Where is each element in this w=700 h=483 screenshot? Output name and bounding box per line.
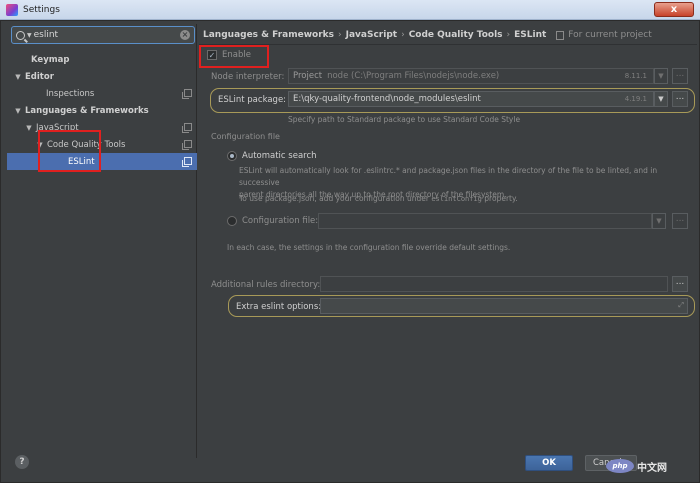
eslint-package-hint: Specify path to Standard package to use … (288, 115, 521, 124)
configuration-file-radio[interactable] (227, 216, 237, 226)
expand-arrow-icon[interactable]: ▼ (24, 124, 34, 132)
clear-search-icon[interactable]: × (180, 30, 190, 40)
watermark-site-text: 中文网 (637, 462, 667, 474)
eslint-package-label-row: ESLint package: (218, 95, 286, 105)
help-button[interactable]: ? (15, 455, 29, 469)
configuration-file-label: Configuration file: (242, 216, 319, 226)
tree-item-code-quality-tools[interactable]: ▼ Code Quality Tools (7, 136, 197, 153)
node-interpreter-project: Project (293, 71, 323, 81)
tree-item-eslint[interactable]: ESLint (7, 153, 197, 170)
package-json-note: To use package.json, add your configurat… (239, 193, 518, 205)
node-interpreter-browse-button[interactable]: ... (672, 68, 688, 84)
package-json-note-prefix: To use package.json, add your configurat… (239, 194, 429, 203)
project-scope-icon (182, 123, 192, 133)
package-json-note-suffix: property. (484, 194, 518, 203)
highlight-box-tree (38, 130, 101, 172)
package-json-note-code: eslintConfig (431, 195, 482, 203)
node-interpreter-version: 8.11.1 (624, 72, 647, 80)
window-titlebar: Settings x (0, 0, 700, 20)
site-watermark: php 中文网 (606, 452, 696, 480)
breadcrumb-separator: › (401, 30, 405, 40)
expand-arrow-icon[interactable]: ▼ (13, 107, 23, 115)
chevron-down-icon[interactable]: ▼ (27, 32, 32, 39)
automatic-search-description-line-1: ESLint will automatically look for .esli… (239, 166, 658, 187)
expand-icon[interactable]: ⤢ (678, 301, 684, 310)
settings-search-box[interactable]: ▼ × (11, 26, 195, 44)
rules-directory-browse-button[interactable]: ... (672, 276, 688, 292)
project-scope-icon (182, 89, 192, 99)
ok-button[interactable]: OK (525, 455, 573, 471)
tree-item-label: Languages & Frameworks (25, 105, 149, 116)
eslint-settings-panel: Languages & Frameworks › JavaScript › Code Q… (199, 24, 697, 458)
configuration-file-dropdown[interactable]: ▼ (652, 213, 666, 229)
tree-item-editor[interactable]: ▼ Editor (7, 68, 197, 85)
settings-sidebar: ▼ × Keymap▼EditorInspections▼Languages &… (7, 24, 197, 458)
node-interpreter-dropdown[interactable]: ▼ (654, 68, 668, 84)
eslint-package-version: 4.19.1 (624, 95, 647, 103)
tree-item-label: Inspections (46, 88, 95, 99)
breadcrumb-separator: › (506, 30, 511, 40)
tree-item-javascript[interactable]: ▼ JavaScript (7, 119, 197, 136)
breadcrumb-item: Code Quality Tools (408, 30, 503, 40)
breadcrumb: Languages & Frameworks › JavaScript › Code Q… (203, 26, 652, 44)
tree-item-label: Keymap (31, 54, 70, 65)
window-close-button[interactable]: x (654, 2, 694, 17)
node-interpreter-label-row: Node interpreter: (211, 72, 284, 82)
node-interpreter-value: node (C:\Program Files\nodejs\node.exe) (327, 71, 500, 81)
rules-directory-label-row: Additional rules directory: (211, 280, 320, 290)
settings-tree: Keymap ▼ Editor Inspections ▼ Languages & Fra… (7, 51, 197, 170)
eslint-package-dropdown[interactable]: ▼ (654, 91, 668, 107)
breadcrumb-item: ESLint (514, 30, 547, 40)
php-logo: php (606, 459, 634, 473)
automatic-search-label: Automatic search (242, 151, 317, 161)
eslint-package-value: E:\qky-quality-frontend\node_modules\esl… (293, 94, 481, 104)
breadcrumb-item: Languages & Frameworks (203, 30, 335, 40)
highlight-box-enable (199, 45, 269, 68)
node-interpreter-label: Node interpreter: (211, 72, 285, 82)
settings-dialog: ▼ × Keymap▼EditorInspections▼Languages &… (0, 20, 700, 483)
project-scope-icon (556, 30, 565, 40)
config-section-title: Configuration file (211, 132, 280, 141)
tree-item-keymap[interactable]: Keymap (7, 51, 197, 68)
configuration-file-browse-button[interactable]: ... (672, 213, 688, 229)
header-divider (199, 44, 697, 45)
extra-options-label-row: Extra eslint options: (236, 302, 321, 312)
breadcrumb-separator: › (338, 30, 342, 40)
configuration-file-field[interactable] (318, 213, 652, 229)
tree-item-inspections[interactable]: Inspections (7, 85, 197, 102)
tree-item-languages-frameworks[interactable]: ▼ Languages & Frameworks (7, 102, 197, 119)
tree-item-label: Editor (25, 71, 54, 82)
project-scope-icon (182, 140, 192, 150)
eslint-package-field[interactable]: E:\qky-quality-frontend\node_modules\esl… (288, 91, 654, 107)
project-scope-icon (182, 157, 192, 167)
breadcrumb-item: JavaScript (345, 30, 398, 40)
settings-search-input[interactable] (33, 30, 174, 40)
automatic-search-radio[interactable] (227, 151, 237, 161)
app-logo-icon (6, 3, 18, 16)
eslint-package-browse-button[interactable]: ... (672, 91, 688, 107)
configuration-file-row[interactable]: Configuration file: (227, 216, 318, 226)
window-title: Settings (23, 4, 60, 15)
extra-options-label: Extra eslint options: (236, 302, 322, 312)
rules-directory-label: Additional rules directory: (211, 280, 321, 290)
expand-arrow-icon[interactable]: ▼ (13, 73, 23, 81)
override-note: In each case, the settings in the config… (227, 243, 511, 252)
search-icon (16, 30, 25, 40)
rules-directory-field[interactable] (320, 276, 668, 292)
automatic-search-row[interactable]: Automatic search (227, 151, 317, 161)
extra-options-field[interactable]: ⤢ (320, 298, 688, 314)
node-interpreter-field[interactable]: Project node (C:\Program Files\nodejs\no… (288, 68, 654, 84)
eslint-package-label: ESLint package: (218, 95, 287, 105)
for-current-project-label: For current project (568, 30, 652, 40)
